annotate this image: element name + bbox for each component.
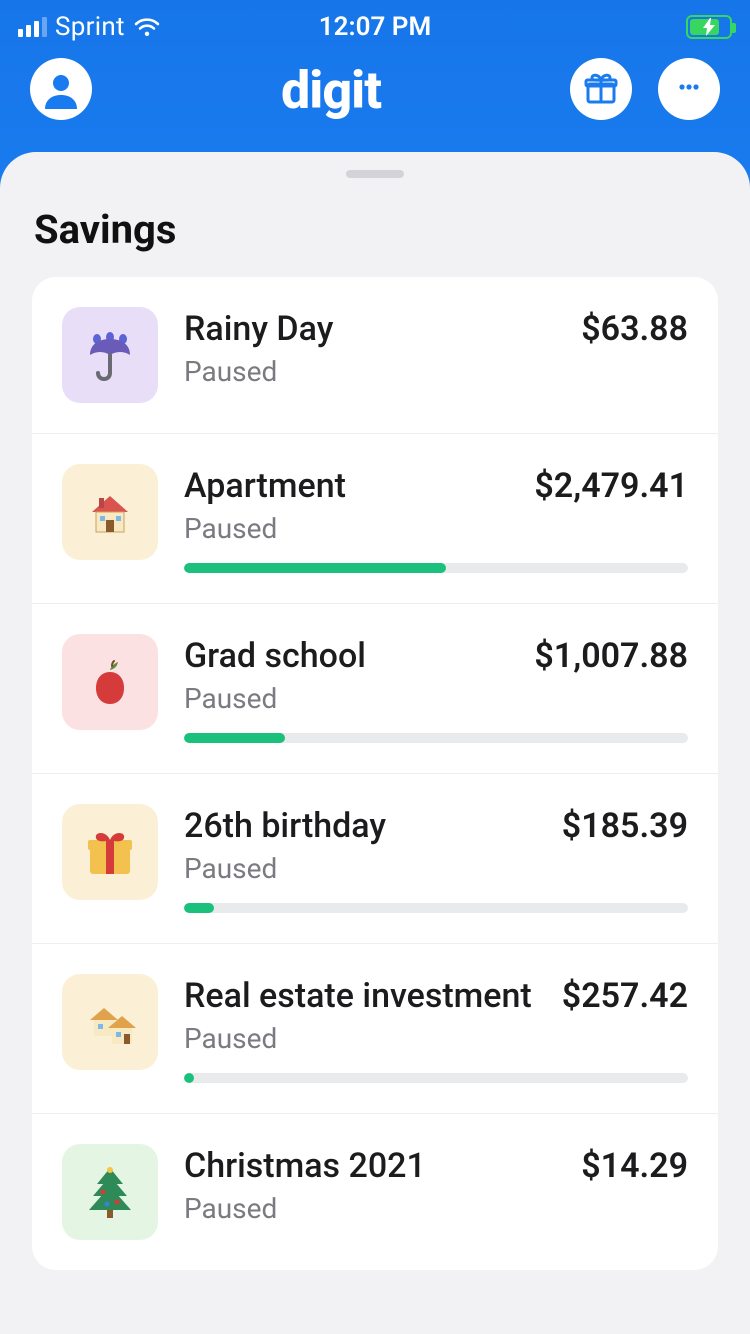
savings-goal-row[interactable]: Christmas 2021 $14.29 Paused [32,1114,718,1270]
savings-goals-card: Rainy Day $63.88 Paused Apartment $2,479.41 P… [32,277,718,1270]
goal-amount: $185.39 [562,806,688,846]
goal-body: 26th birthday $185.39 Paused [184,804,688,913]
houses-icon [62,974,158,1070]
house-icon [62,464,158,560]
goal-status: Paused [184,1022,688,1055]
goal-amount: $14.29 [581,1146,688,1186]
goal-amount: $257.42 [562,976,688,1016]
goal-name: Grad school [184,636,366,676]
goal-status: Paused [184,512,688,545]
clock: 12:07 PM [319,12,431,42]
goal-name: Apartment [184,466,346,506]
section-title: Savings [0,206,750,277]
goal-status: Paused [184,355,688,388]
chat-button[interactable] [658,58,720,120]
goal-progress [184,563,688,573]
sheet-grabber[interactable] [346,170,404,178]
content-sheet: Savings Rainy Day $63.88 Paused Apartment $2… [0,152,750,1334]
goal-status: Paused [184,852,688,885]
goal-progress [184,903,688,913]
goal-name: Christmas 2021 [184,1146,426,1186]
savings-goal-row[interactable]: 26th birthday $185.39 Paused [32,774,718,944]
wifi-icon [133,16,161,38]
profile-button[interactable] [30,58,92,120]
goal-name: 26th birthday [184,806,386,846]
status-bar: Sprint 12:07 PM [0,0,750,44]
tree-icon [62,1144,158,1240]
goal-progress [184,1073,688,1083]
savings-goal-row[interactable]: Rainy Day $63.88 Paused [32,277,718,434]
savings-goal-row[interactable]: Apartment $2,479.41 Paused [32,434,718,604]
umbrella-icon [62,307,158,403]
goal-amount: $1,007.88 [534,636,688,676]
goal-body: Christmas 2021 $14.29 Paused [184,1144,688,1225]
status-left: Sprint [18,12,161,42]
gift-button[interactable] [570,58,632,120]
goal-name: Rainy Day [184,309,333,349]
app-name: digit [281,60,381,121]
savings-goal-row[interactable]: Grad school $1,007.88 Paused [32,604,718,774]
status-right [686,15,732,39]
goal-body: Grad school $1,007.88 Paused [184,634,688,743]
goal-amount: $63.88 [581,309,688,349]
app-logo: digit [281,60,381,121]
gift-icon [62,804,158,900]
carrier-label: Sprint [55,12,125,42]
savings-goal-row[interactable]: Real estate investment $257.42 Paused [32,944,718,1114]
goal-progress [184,733,688,743]
apple-icon [62,634,158,730]
battery-icon [686,15,732,39]
goal-name: Real estate investment [184,976,532,1016]
signal-icon [18,17,47,37]
goal-status: Paused [184,682,688,715]
goal-body: Rainy Day $63.88 Paused [184,307,688,388]
goal-body: Apartment $2,479.41 Paused [184,464,688,573]
nav-row: digit [0,44,750,121]
goal-amount: $2,479.41 [534,466,688,506]
goal-status: Paused [184,1192,688,1225]
goal-body: Real estate investment $257.42 Paused [184,974,688,1083]
